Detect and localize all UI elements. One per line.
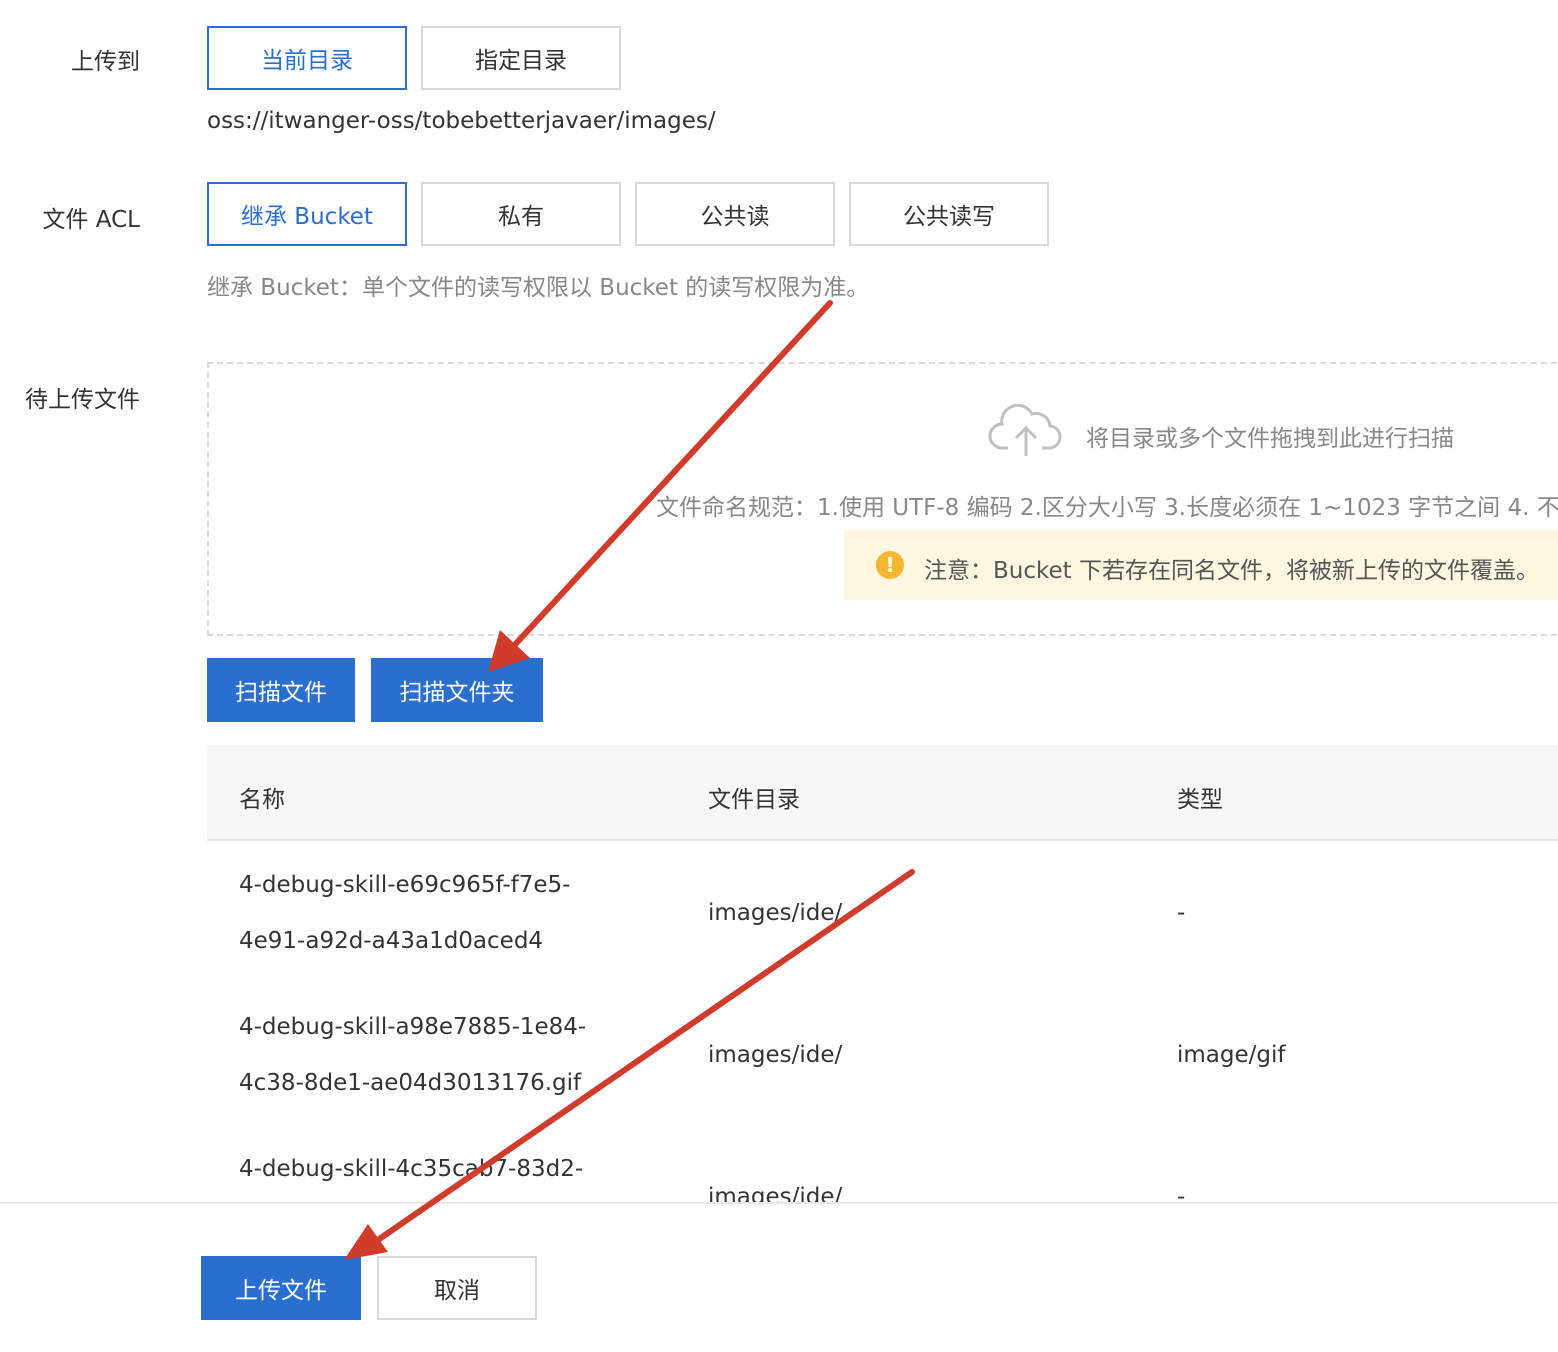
upload-to-label: 上传到 xyxy=(71,49,140,75)
drop-zone-text: 将目录或多个文件拖拽到此进行扫描 xyxy=(1086,426,1454,452)
naming-rule-text: 文件命名规范：1.使用 UTF-8 编码 2.区分大小写 3.长度必须在 1~1… xyxy=(656,488,1558,522)
column-header-name: 名称 xyxy=(239,787,285,813)
row-name-line2: 4c38-8de1-ae04d3013176.gif xyxy=(239,1070,582,1096)
row-name-line1: 4-debug-skill-a98e7885-1e84- xyxy=(239,1014,587,1040)
table-body[interactable]: 4-debug-skill-e69c965f-f7e5- 4e91-a92d-a… xyxy=(0,840,1558,1202)
row-type: - xyxy=(1177,1184,1186,1202)
acl-hint: 继承 Bucket：单个文件的读写权限以 Bucket 的读写权限为准。 xyxy=(207,275,870,301)
acl-private-button[interactable]: 私有 xyxy=(421,182,621,246)
acl-public-read-button[interactable]: 公共读 xyxy=(635,182,835,246)
row-name-line2: 4e91-a92d-a43a1d0aced4 xyxy=(239,928,544,954)
row-type: image/gif xyxy=(1177,1042,1286,1068)
upload-files-button[interactable]: 上传文件 xyxy=(201,1256,361,1320)
row-directory: images/ide/ xyxy=(708,1184,843,1202)
row-directory: images/ide/ xyxy=(708,900,843,926)
overwrite-warning-text: 注意：Bucket 下若存在同名文件，将被新上传的文件覆盖。 xyxy=(924,558,1539,584)
naming-rule-content: 文件命名规范：1.使用 UTF-8 编码 2.区分大小写 3.长度必须在 1~1… xyxy=(656,495,1558,521)
exclamation-circle-icon: ! xyxy=(876,551,904,579)
acl-label: 文件 ACL xyxy=(42,207,140,233)
scan-file-button[interactable]: 扫描文件 xyxy=(207,658,355,722)
row-name-line1: 4-debug-skill-e69c965f-f7e5- xyxy=(239,872,571,898)
scan-folder-button[interactable]: 扫描文件夹 xyxy=(371,658,543,722)
row-type: - xyxy=(1177,900,1186,926)
column-header-directory: 文件目录 xyxy=(708,787,800,813)
footer-divider xyxy=(0,1202,1558,1204)
row-name-line1: 4-debug-skill-4c35cab7-83d2- xyxy=(239,1156,584,1182)
cloud-upload-icon xyxy=(988,400,1064,464)
column-header-type: 类型 xyxy=(1177,787,1223,813)
current-directory-button[interactable]: 当前目录 xyxy=(207,26,407,90)
acl-inherit-button[interactable]: 继承 Bucket xyxy=(207,182,407,246)
specified-directory-button[interactable]: 指定目录 xyxy=(421,26,621,90)
upload-path: oss://itwanger-oss/tobebetterjavaer/imag… xyxy=(207,108,716,134)
table-header xyxy=(207,745,1558,841)
cancel-button[interactable]: 取消 xyxy=(377,1256,537,1320)
row-directory: images/ide/ xyxy=(708,1042,843,1068)
acl-public-read-write-button[interactable]: 公共读写 xyxy=(849,182,1049,246)
pending-files-label: 待上传文件 xyxy=(25,387,140,413)
